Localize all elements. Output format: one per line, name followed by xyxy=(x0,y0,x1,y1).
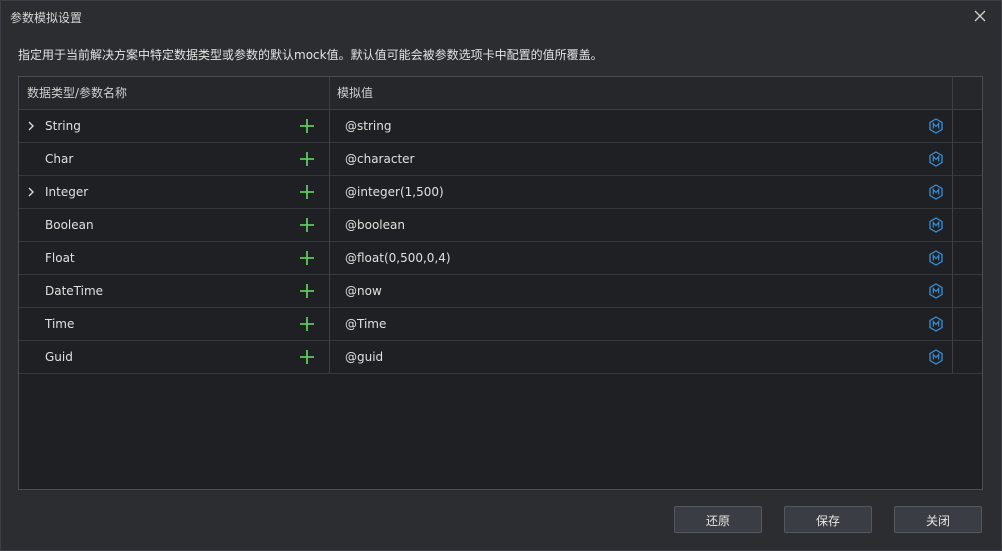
add-icon[interactable] xyxy=(299,283,315,299)
mock-template-icon[interactable] xyxy=(929,250,943,266)
mock-template-icon[interactable] xyxy=(929,217,943,233)
mock-template-icon[interactable] xyxy=(929,349,943,365)
chevron-right-icon[interactable] xyxy=(27,120,35,132)
column-divider xyxy=(329,77,330,373)
column-header-name[interactable]: 数据类型/参数名称 xyxy=(27,77,127,109)
mock-template-icon[interactable] xyxy=(929,184,943,200)
type-name: String xyxy=(45,119,81,133)
add-icon[interactable] xyxy=(299,151,315,167)
close-icon[interactable] xyxy=(971,7,989,25)
save-button[interactable]: 保存 xyxy=(784,506,872,533)
type-name: Char xyxy=(45,152,74,166)
grid-header: 数据类型/参数名称 模拟值 xyxy=(19,77,982,110)
type-name: Time xyxy=(45,317,75,331)
table-row[interactable]: Float @float(0,500,0,4) xyxy=(19,242,982,275)
type-name: Integer xyxy=(45,185,89,199)
mock-value[interactable]: @boolean xyxy=(345,209,405,241)
column-divider xyxy=(952,77,953,373)
mock-value[interactable]: @guid xyxy=(345,341,383,373)
mock-value[interactable]: @character xyxy=(345,143,414,175)
description-text: 指定用于当前解决方案中特定数据类型或参数的默认mock值。默认值可能会被参数选项… xyxy=(18,48,603,62)
mock-value[interactable]: @float(0,500,0,4) xyxy=(345,242,451,274)
add-icon[interactable] xyxy=(299,217,315,233)
mock-value[interactable]: @now xyxy=(345,275,382,307)
mock-template-icon[interactable] xyxy=(929,316,943,332)
type-name: Boolean xyxy=(45,218,94,232)
table-row[interactable]: DateTime @now xyxy=(19,275,982,308)
mock-settings-grid: 数据类型/参数名称 模拟值 String @string Char @characte… xyxy=(18,76,983,490)
table-row[interactable]: Boolean @boolean xyxy=(19,209,982,242)
title-bar: 参数模拟设置 xyxy=(1,1,1001,33)
mock-value[interactable]: @string xyxy=(345,110,391,142)
add-icon[interactable] xyxy=(299,250,315,266)
column-header-value[interactable]: 模拟值 xyxy=(337,77,373,109)
restore-button[interactable]: 还原 xyxy=(674,506,762,533)
table-row[interactable]: Char @character xyxy=(19,143,982,176)
mock-value[interactable]: @integer(1,500) xyxy=(345,176,444,208)
add-icon[interactable] xyxy=(299,118,315,134)
add-icon[interactable] xyxy=(299,316,315,332)
type-name: Float xyxy=(45,251,75,265)
add-icon[interactable] xyxy=(299,184,315,200)
table-row[interactable]: Guid @guid xyxy=(19,341,982,374)
type-name: DateTime xyxy=(45,284,104,298)
table-row[interactable]: Integer @integer(1,500) xyxy=(19,176,982,209)
mock-value[interactable]: @Time xyxy=(345,308,386,340)
chevron-right-icon[interactable] xyxy=(27,186,35,198)
mock-template-icon[interactable] xyxy=(929,118,943,134)
dialog-title: 参数模拟设置 xyxy=(10,11,83,25)
type-name: Guid xyxy=(45,350,73,364)
param-mock-dialog: 参数模拟设置 指定用于当前解决方案中特定数据类型或参数的默认mock值。默认值可… xyxy=(0,0,1002,551)
mock-template-icon[interactable] xyxy=(929,151,943,167)
mock-template-icon[interactable] xyxy=(929,283,943,299)
add-icon[interactable] xyxy=(299,349,315,365)
table-row[interactable]: String @string xyxy=(19,110,982,143)
close-button[interactable]: 关闭 xyxy=(894,506,982,533)
table-row[interactable]: Time @Time xyxy=(19,308,982,341)
